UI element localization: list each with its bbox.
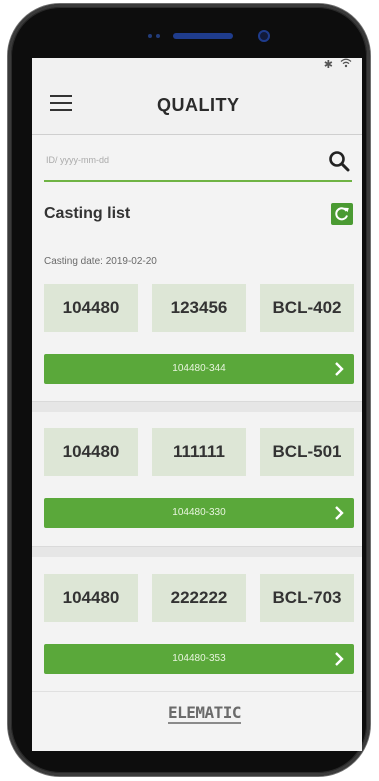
element-label: 104480-344 xyxy=(172,363,226,374)
page-title: QUALITY xyxy=(157,95,240,115)
app-footer: ELEMATIC xyxy=(32,691,362,751)
element-label: 104480-330 xyxy=(172,507,226,518)
casting-date: Casting date: 2019-02-20 xyxy=(44,256,157,267)
front-camera xyxy=(258,30,270,42)
element-label: 104480-353 xyxy=(172,653,226,664)
bluetooth-icon: ✱ xyxy=(323,59,333,71)
app-header: ✱ QUALITY xyxy=(32,58,362,135)
sensor-dot xyxy=(156,34,160,38)
chevron-right-icon xyxy=(335,506,344,520)
refresh-icon xyxy=(335,207,349,221)
divider xyxy=(32,546,362,557)
casting-item: 104480 222222 BCL-703 104480-353 xyxy=(32,574,362,686)
casting-item: 104480 123456 BCL-402 104480-344 xyxy=(32,284,362,396)
brand-logo: ELEMATIC xyxy=(168,703,242,724)
status-bar: ✱ xyxy=(324,58,352,74)
search-icon[interactable] xyxy=(328,150,350,172)
casting-id-cell: 104480 xyxy=(44,284,138,332)
refresh-button[interactable] xyxy=(331,203,353,225)
element-button[interactable]: 104480-353 xyxy=(44,644,354,674)
phone-frame: ✱ QUALITY Casting list xyxy=(8,4,370,776)
element-button[interactable]: 104480-344 xyxy=(44,354,354,384)
chevron-right-icon xyxy=(335,362,344,376)
chevron-right-icon xyxy=(335,652,344,666)
search-bar xyxy=(44,146,352,182)
divider xyxy=(32,401,362,412)
app-screen: ✱ QUALITY Casting list xyxy=(32,58,362,751)
casting-bed-cell: BCL-703 xyxy=(260,574,354,622)
casting-cells: 104480 222222 BCL-703 xyxy=(44,574,354,622)
element-button[interactable]: 104480-330 xyxy=(44,498,354,528)
wifi-icon xyxy=(340,58,352,68)
casting-item: 104480 111111 BCL-501 104480-330 xyxy=(32,428,362,540)
casting-code-cell: 111111 xyxy=(152,428,246,476)
casting-code-cell: 222222 xyxy=(152,574,246,622)
section-title: Casting list xyxy=(44,205,131,222)
speaker-grille xyxy=(173,33,233,39)
casting-id-cell: 104480 xyxy=(44,574,138,622)
casting-cells: 104480 123456 BCL-402 xyxy=(44,284,354,332)
casting-cells: 104480 111111 BCL-501 xyxy=(44,428,354,476)
menu-icon[interactable] xyxy=(50,95,72,111)
casting-bed-cell: BCL-501 xyxy=(260,428,354,476)
casting-id-cell: 104480 xyxy=(44,428,138,476)
search-input[interactable] xyxy=(44,154,308,166)
casting-bed-cell: BCL-402 xyxy=(260,284,354,332)
sensor-dot xyxy=(148,34,152,38)
casting-code-cell: 123456 xyxy=(152,284,246,332)
